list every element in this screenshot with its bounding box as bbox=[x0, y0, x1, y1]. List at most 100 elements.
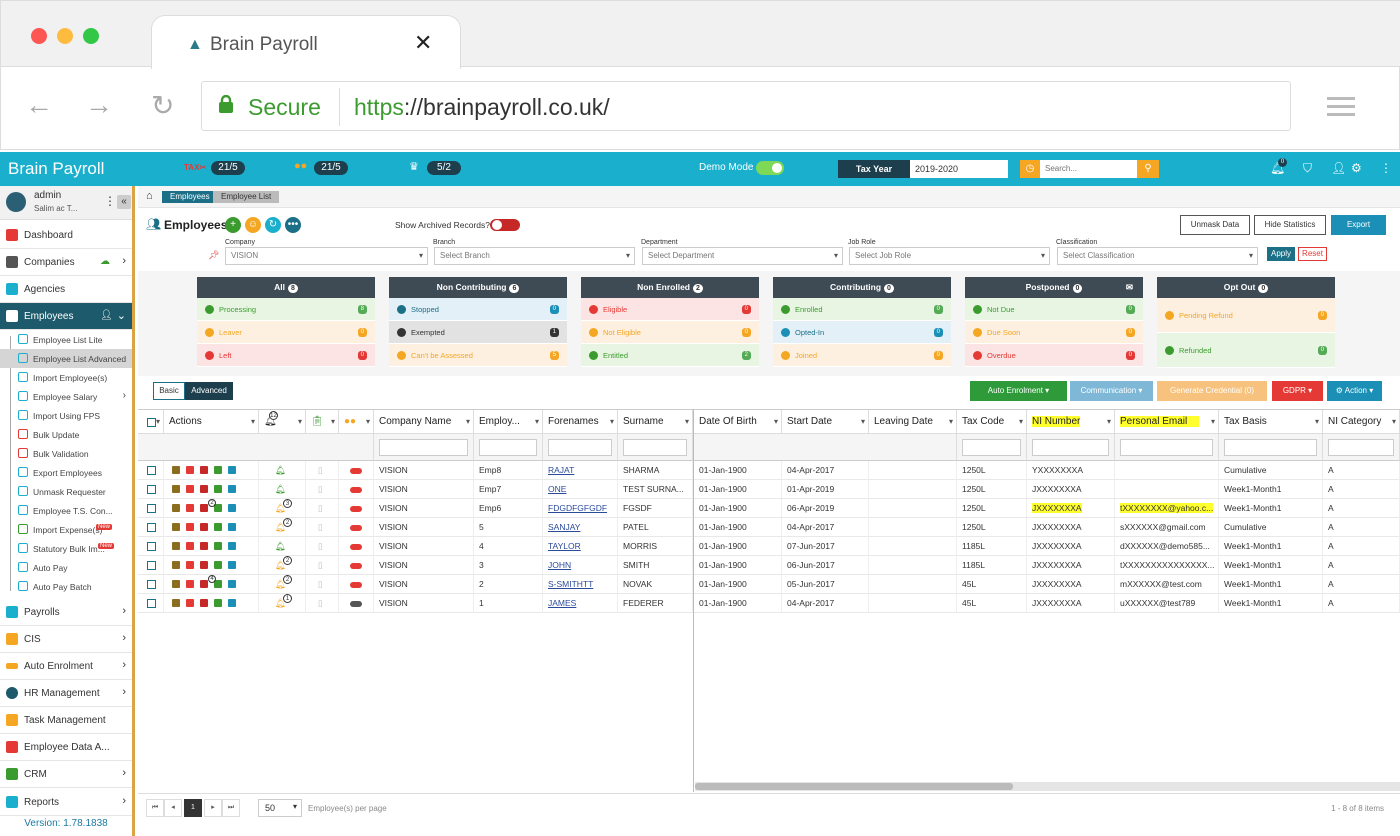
sidebar-item-payrolls[interactable]: Payrolls › bbox=[0, 599, 132, 626]
col-header-ni-number[interactable]: NI Number bbox=[1027, 410, 1115, 434]
payslip-icon[interactable] bbox=[186, 561, 194, 569]
sidebar-item-hr-management[interactable]: HR Management › bbox=[0, 680, 132, 707]
payslip-icon[interactable] bbox=[186, 523, 194, 531]
edit-icon[interactable] bbox=[172, 466, 180, 474]
row-clipboard[interactable]: ▯ bbox=[306, 480, 339, 499]
lock-icon[interactable] bbox=[228, 561, 236, 569]
demo-mode-toggle[interactable] bbox=[756, 161, 784, 175]
row-clipboard[interactable]: ▯ bbox=[306, 575, 339, 594]
row-checkbox[interactable] bbox=[147, 485, 156, 494]
col-header-tax-code[interactable]: Tax Code bbox=[957, 410, 1027, 434]
sub-item-import-expenses[interactable]: Import Expense(s) New bbox=[0, 520, 132, 539]
stat-row-joined[interactable]: Joined 0 bbox=[773, 344, 951, 367]
payslip-icon[interactable] bbox=[186, 504, 194, 512]
cell-forenames-text[interactable]: SANJAY bbox=[548, 522, 580, 532]
clipboard-icon[interactable]: ▯ bbox=[318, 575, 323, 593]
view-basic-button[interactable]: Basic bbox=[153, 382, 185, 400]
communication-button[interactable]: Communication ▾ bbox=[1070, 381, 1153, 401]
print-icon[interactable] bbox=[214, 466, 222, 474]
lock-icon[interactable] bbox=[228, 599, 236, 607]
select-all-header[interactable] bbox=[138, 410, 164, 434]
cell-forenames[interactable]: JAMES bbox=[543, 594, 618, 613]
table-row-select[interactable] bbox=[138, 518, 164, 537]
sidebar-item-dashboard[interactable]: Dashboard bbox=[0, 222, 132, 249]
print-icon[interactable] bbox=[214, 561, 222, 569]
row-checkbox[interactable] bbox=[147, 580, 156, 589]
counter-tax[interactable]: 21/5 bbox=[211, 161, 245, 175]
close-window-dot[interactable] bbox=[31, 28, 47, 44]
row-clipboard[interactable]: ▯ bbox=[306, 499, 339, 518]
stat-row-entitled[interactable]: Entitled 2 bbox=[581, 344, 759, 367]
scrollbar-thumb[interactable] bbox=[695, 783, 1013, 790]
sub-item-bulk-validation[interactable]: Bulk Validation bbox=[0, 444, 132, 463]
classification-select[interactable]: Select Classification bbox=[1057, 247, 1258, 265]
gavel-icon[interactable] bbox=[200, 580, 208, 588]
print-icon[interactable] bbox=[214, 599, 222, 607]
filter-forenames-input[interactable] bbox=[548, 439, 612, 456]
sub-item-employee-list-advanced[interactable]: Employee List Advanced bbox=[0, 349, 132, 368]
stat-row-stopped[interactable]: Stopped 0 bbox=[389, 298, 567, 321]
table-row-select[interactable] bbox=[138, 480, 164, 499]
table-row-select[interactable] bbox=[138, 594, 164, 613]
horizontal-scrollbar[interactable] bbox=[695, 782, 1400, 791]
clock-icon[interactable]: ◷ bbox=[1020, 160, 1040, 178]
search-input[interactable] bbox=[1040, 160, 1137, 178]
col-header-status[interactable]: ●● bbox=[339, 410, 374, 434]
cell-forenames-text[interactable]: TAYLOR bbox=[548, 541, 581, 551]
gdpr-button[interactable]: GDPR ▾ bbox=[1272, 381, 1323, 401]
sidebar-item-employees[interactable]: Employees 👤︎ ⌄ bbox=[0, 303, 132, 330]
row-checkbox[interactable] bbox=[147, 561, 156, 570]
support-icon[interactable]: ⛉ bbox=[1303, 161, 1312, 176]
pin-icon[interactable]: 📌︎ bbox=[208, 250, 219, 261]
cell-forenames-text[interactable]: S-SMITHTT bbox=[548, 579, 593, 589]
payslip-icon[interactable] bbox=[186, 599, 194, 607]
cell-forenames[interactable]: S-SMITHTT bbox=[543, 575, 618, 594]
cell-forenames[interactable]: FDGDFGFGDF bbox=[543, 499, 618, 518]
cell-forenames[interactable]: JOHN bbox=[543, 556, 618, 575]
back-icon[interactable]: ← bbox=[25, 89, 53, 121]
mail-icon[interactable]: ✉ bbox=[1126, 277, 1133, 298]
cell-forenames[interactable]: TAYLOR bbox=[543, 537, 618, 556]
home-icon[interactable]: ⌂ bbox=[146, 190, 153, 202]
bell-icon[interactable]: 🔔︎ bbox=[275, 461, 286, 479]
row-bell[interactable]: 🔔︎ bbox=[259, 480, 306, 499]
cell-forenames[interactable]: RAJAT bbox=[543, 461, 618, 480]
employee-profile-button[interactable]: ☺ bbox=[245, 217, 261, 233]
stat-row-processing[interactable]: Processing 8 bbox=[197, 298, 375, 321]
maximize-window-dot[interactable] bbox=[83, 28, 99, 44]
filter-tax-basis-input[interactable] bbox=[1224, 439, 1317, 456]
filter-ni-number-input[interactable] bbox=[1032, 439, 1109, 456]
action-button[interactable]: ⚙ Action ▾ bbox=[1327, 381, 1382, 401]
row-bell[interactable]: 🔔︎ bbox=[259, 461, 306, 480]
row-clipboard[interactable]: ▯ bbox=[306, 594, 339, 613]
row-checkbox[interactable] bbox=[147, 523, 156, 532]
forward-icon[interactable]: → bbox=[85, 89, 113, 121]
stat-row-enrolled[interactable]: Enrolled 0 bbox=[773, 298, 951, 321]
sub-item-unmask-requester[interactable]: Unmask Requester bbox=[0, 482, 132, 501]
lock-icon[interactable] bbox=[228, 542, 236, 550]
row-bell[interactable]: 🔔︎ 2 bbox=[259, 575, 306, 594]
row-checkbox[interactable] bbox=[147, 542, 156, 551]
row-clipboard[interactable]: ▯ bbox=[306, 556, 339, 575]
hide-statistics-button[interactable]: Hide Statistics bbox=[1254, 215, 1326, 235]
clipboard-icon[interactable]: ▯ bbox=[318, 594, 323, 612]
apply-button[interactable]: Apply bbox=[1267, 247, 1295, 261]
col-header-employee-no[interactable]: Employ... bbox=[474, 410, 543, 434]
stat-header[interactable]: Non Enrolled 2 bbox=[581, 277, 759, 298]
generate-credential-button[interactable]: Generate Credential (0) bbox=[1157, 381, 1267, 401]
lock-icon[interactable] bbox=[228, 580, 236, 588]
print-icon[interactable] bbox=[214, 485, 222, 493]
cell-forenames[interactable]: SANJAY bbox=[543, 518, 618, 537]
payslip-icon[interactable] bbox=[186, 542, 194, 550]
gavel-icon[interactable] bbox=[200, 561, 208, 569]
table-row-select[interactable] bbox=[138, 499, 164, 518]
stat-row-not-eligible[interactable]: Not Eligible 0 bbox=[581, 321, 759, 344]
first-page-button[interactable]: ⏮ bbox=[146, 799, 164, 817]
lock-icon[interactable] bbox=[228, 504, 236, 512]
edit-icon[interactable] bbox=[172, 599, 180, 607]
more-vertical-icon[interactable]: ⋮ bbox=[1380, 161, 1392, 175]
lock-icon[interactable] bbox=[228, 466, 236, 474]
row-bell[interactable]: 🔔︎ 3 bbox=[259, 499, 306, 518]
prev-page-button[interactable]: ◂ bbox=[164, 799, 182, 817]
counter-coins[interactable]: 21/5 bbox=[314, 161, 348, 175]
